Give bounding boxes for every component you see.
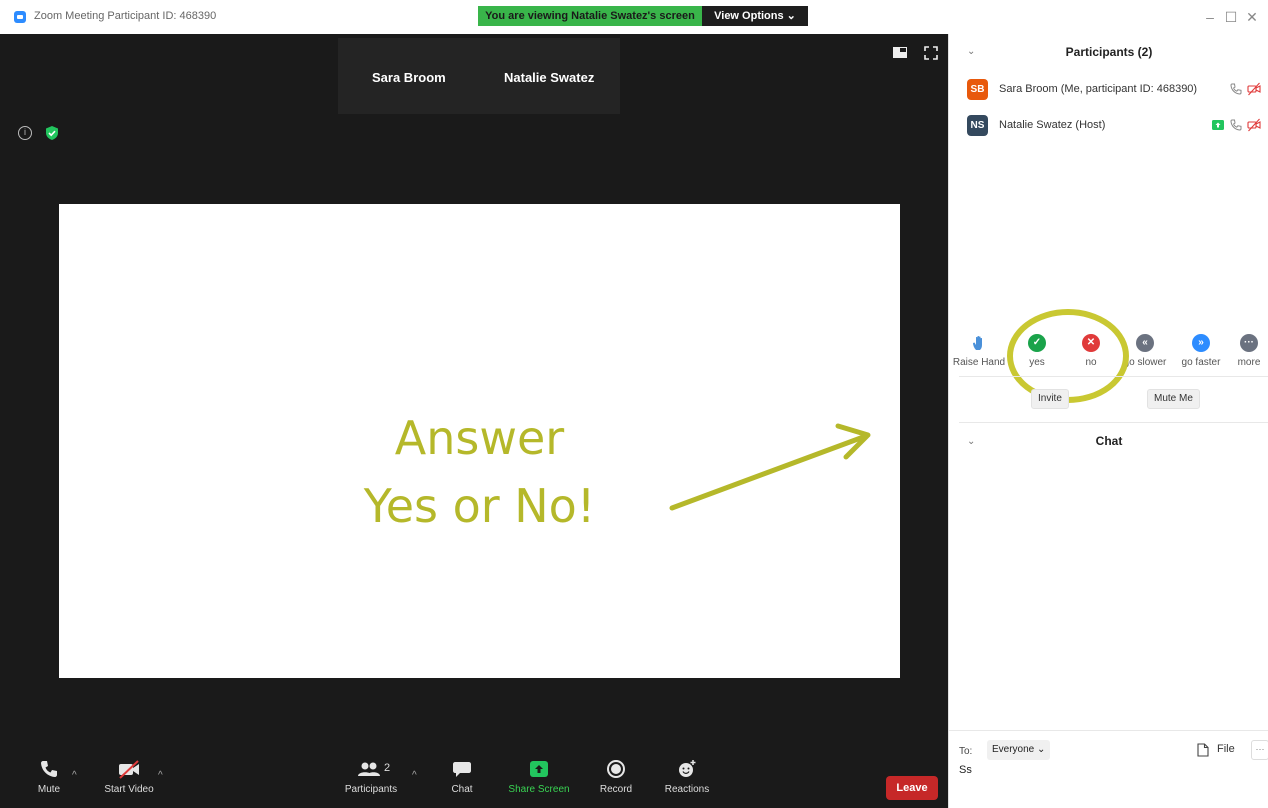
fast-forward-icon: » [1192,334,1210,352]
leave-button[interactable]: Leave [886,776,938,800]
video-off-icon[interactable] [1247,118,1261,132]
record-icon [607,760,625,778]
record-label: Record [599,784,633,795]
reactions-label: Reactions [664,784,710,795]
zoom-app-icon [14,11,26,23]
divider [959,422,1268,423]
encryption-shield-icon[interactable] [44,125,60,141]
layout-toggle-icon[interactable] [893,47,907,58]
title-bar: Zoom Meeting Participant ID: 468390 You … [0,0,1268,34]
fullscreen-icon[interactable] [924,46,938,60]
record-button[interactable]: Record [592,758,640,795]
video-off-icon [119,760,139,779]
video-thumbnail-strip: Sara Broom Natalie Swatez [338,38,620,114]
feedback-more-button[interactable]: ··· more [1219,334,1268,368]
file-label: File [1217,743,1235,755]
close-window-button[interactable]: ✕ [1242,8,1262,26]
audio-options-caret[interactable]: ^ [72,770,77,781]
participant-name: Natalie Swatez (Host) [999,119,1106,131]
participants-options-caret[interactable]: ^ [412,770,417,781]
hand-icon [973,335,982,350]
maximize-button[interactable]: ☐ [1221,8,1241,26]
chat-panel-title: Chat [1095,434,1123,448]
participant-name: Sara Broom (Me, participant ID: 468390) [999,83,1198,95]
more-label: more [1237,357,1261,368]
raise-hand-label: Raise Hand [952,357,1006,368]
chat-message-input[interactable]: Ss [959,764,1259,804]
share-screen-icon [530,761,548,777]
raise-hand-button[interactable]: Raise Hand [949,334,1009,368]
share-screen-button[interactable]: Share Screen [504,758,574,795]
participant-row-sara[interactable]: SB Sara Broom (Me, participant ID: 46839… [967,79,1267,101]
chat-label: Chat [451,784,473,795]
mute-button[interactable]: Mute [26,758,72,795]
rewind-icon: « [1136,334,1154,352]
divider [959,376,1268,377]
reactions-button[interactable]: Reactions [660,758,714,795]
side-panel: ⌄ Participants (2) SB Sara Broom (Me, pa… [948,34,1268,808]
participants-label: Participants [344,784,398,795]
phone-icon[interactable] [1229,118,1243,132]
minimize-button[interactable]: – [1200,8,1220,26]
window-title: Zoom Meeting Participant ID: 468390 [34,10,217,22]
participants-button[interactable]: Participants [338,758,404,795]
participant-row-natalie[interactable]: NS Natalie Swatez (Host) [967,115,1267,137]
thumbnail-name-natalie: Natalie Swatez [504,70,595,85]
view-options-button[interactable]: View Options ⌄ [702,6,808,26]
phone-icon[interactable] [1229,82,1243,96]
chat-button[interactable]: Chat [440,758,484,795]
more-icon: ··· [1240,334,1258,352]
meeting-area: Sara Broom Natalie Swatez i Answer Yes o… [0,34,948,808]
start-video-label: Start Video [104,784,154,795]
phone-icon [41,761,57,777]
divider [949,730,1268,731]
file-icon [1197,743,1209,757]
participants-count: 2 [384,762,391,774]
mute-label: Mute [37,784,61,795]
screen-sharing-icon [1212,120,1224,130]
participants-panel-title: Participants (2) [1065,45,1153,59]
chat-recipient-select[interactable]: Everyone ⌄ [987,740,1051,760]
participants-icon [358,762,380,776]
video-options-caret[interactable]: ^ [158,770,163,781]
chat-icon [453,762,471,777]
screen-share-banner: You are viewing Natalie Swatez's screen [478,6,702,26]
mute-me-button[interactable]: Mute Me [1147,389,1200,409]
start-video-button[interactable]: Start Video [96,758,162,795]
chat-more-button[interactable]: ··· [1251,740,1268,760]
meeting-info-icon[interactable]: i [18,126,32,140]
reactions-icon [679,760,696,777]
avatar: SB [967,79,988,100]
invite-button[interactable]: Invite [1031,389,1069,409]
annotation-arrow [669,423,871,511]
video-off-icon[interactable] [1247,82,1261,96]
chat-to-label: To: [959,746,973,757]
thumbnail-name-sara: Sara Broom [372,70,446,85]
share-screen-label: Share Screen [508,784,570,795]
avatar: NS [967,115,988,136]
